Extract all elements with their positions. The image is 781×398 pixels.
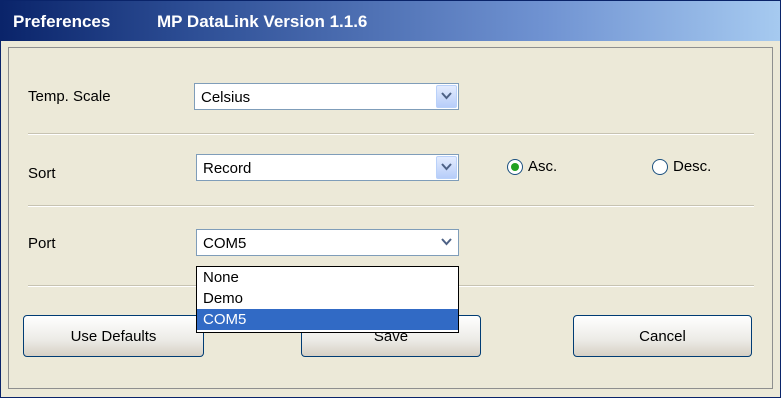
port-option-demo[interactable]: Demo (197, 288, 458, 309)
radio-selected-icon (507, 158, 523, 175)
port-dropdown-list: None Demo COM5 (196, 266, 459, 333)
sort-value: Record (203, 160, 252, 177)
preferences-dialog: Preferences MP DataLink Version 1.1.6 Te… (0, 0, 781, 398)
temp-scale-label: Temp. Scale (28, 88, 111, 105)
chevron-down-icon[interactable] (436, 231, 457, 254)
sort-label: Sort (28, 165, 56, 182)
sort-desc-radio[interactable]: Desc. (652, 158, 711, 175)
port-value: COM5 (203, 235, 247, 252)
port-option-com5[interactable]: COM5 (197, 309, 458, 330)
port-select[interactable]: COM5 (196, 229, 459, 256)
sort-select[interactable]: Record (196, 154, 459, 181)
window-subtitle: MP DataLink Version 1.1.6 (157, 12, 368, 31)
divider (28, 133, 754, 135)
sort-asc-radio[interactable]: Asc. (507, 158, 557, 175)
title-bar[interactable]: Preferences MP DataLink Version 1.1.6 (1, 1, 780, 41)
temp-scale-value: Celsius (201, 89, 251, 106)
sort-desc-label: Desc. (673, 158, 712, 175)
divider (28, 205, 754, 207)
chevron-down-icon[interactable] (436, 156, 457, 179)
port-label: Port (28, 235, 56, 252)
radio-unselected-icon (652, 158, 668, 175)
sort-asc-label: Asc. (528, 158, 558, 175)
use-defaults-button[interactable]: Use Defaults (23, 315, 204, 357)
window-title: Preferences (13, 12, 111, 31)
chevron-down-icon[interactable] (436, 85, 457, 108)
temp-scale-select[interactable]: Celsius (194, 83, 459, 110)
port-option-none[interactable]: None (197, 267, 458, 288)
cancel-button[interactable]: Cancel (573, 315, 752, 357)
